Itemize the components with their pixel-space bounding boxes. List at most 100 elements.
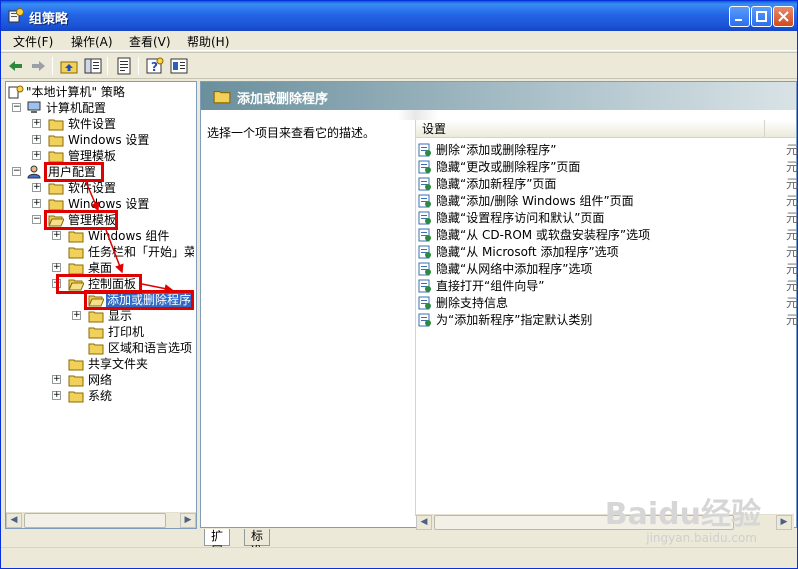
setting-row[interactable]: 隐藏“添加/删除 Windows 组件”页面 元: [416, 193, 798, 210]
setting-row[interactable]: 直接打开“组件向导” 元: [416, 278, 798, 295]
gpedit-window: 组策略 文件(F) 操作(A) 查看(V) 帮助(H) ? "本地计算机" 策略…: [0, 0, 798, 569]
column-header-state[interactable]: [764, 120, 796, 138]
maximize-button[interactable]: [751, 6, 772, 27]
properties-icon[interactable]: [169, 56, 189, 76]
setting-label: 隐藏“添加新程序”页面: [436, 177, 557, 191]
up-folder-icon[interactable]: [59, 56, 79, 76]
policy-setting-icon: [418, 143, 431, 157]
scroll-right-button[interactable]: ▶: [180, 513, 196, 528]
setting-state: 元: [786, 245, 798, 259]
policy-setting-icon: [418, 313, 431, 327]
column-header-setting[interactable]: 设置: [416, 120, 764, 138]
setting-state: 元: [786, 279, 798, 293]
annotation-arrows: [85, 181, 174, 293]
setting-row[interactable]: 隐藏“设置程序访问和默认”页面 元: [416, 210, 798, 227]
folder-icon: [68, 375, 84, 387]
back-arrow-icon[interactable]: [6, 56, 26, 76]
setting-state: 元: [786, 160, 798, 174]
toolbar: ?: [1, 52, 797, 79]
forward-arrow-icon[interactable]: [28, 56, 48, 76]
details-header: 添加或删除程序: [201, 82, 796, 110]
setting-row[interactable]: 隐藏“从网络中添加程序”选项 元: [416, 261, 798, 278]
tree-item-printers[interactable]: 打印机: [8, 324, 194, 340]
setting-state: 元: [786, 143, 798, 157]
setting-row[interactable]: 删除“添加或删除程序” 元: [416, 142, 798, 159]
setting-label: 删除“添加或删除程序”: [436, 143, 557, 157]
setting-label: 隐藏“从 Microsoft 添加程序”选项: [436, 245, 619, 259]
menu-file[interactable]: 文件(F): [11, 33, 55, 50]
scroll-left-button[interactable]: ◀: [416, 515, 432, 530]
setting-row[interactable]: 隐藏“从 CD-ROM 或软盘安装程序”选项 元: [416, 227, 798, 244]
window-title: 组策略: [29, 12, 69, 27]
menu-action[interactable]: 操作(A): [69, 33, 115, 50]
setting-row[interactable]: 隐藏“添加新程序”页面 元: [416, 176, 798, 193]
setting-label: 直接打开“组件向导”: [436, 279, 545, 293]
policy-setting-icon: [418, 296, 431, 310]
scroll-right-button[interactable]: ▶: [776, 515, 792, 530]
settings-list: 设置 删除“添加或删除程序” 元 隐藏“更改或删除程序”页面 元 隐藏“添加新程…: [415, 120, 798, 530]
setting-row[interactable]: 隐藏“更改或删除程序”页面 元: [416, 159, 798, 176]
close-button[interactable]: [773, 6, 794, 27]
setting-label: 隐藏“设置程序访问和默认”页面: [436, 211, 605, 225]
details-title: 添加或删除程序: [237, 92, 329, 107]
scroll-left-button[interactable]: ◀: [6, 513, 22, 528]
folder-icon: [68, 391, 84, 403]
menu-view[interactable]: 查看(V): [127, 33, 173, 50]
export-list-icon[interactable]: [114, 56, 134, 76]
folder-icon: [88, 343, 104, 355]
expand-toggle[interactable]: +: [52, 391, 61, 400]
tree-label: 网络: [88, 373, 113, 387]
setting-label: 隐藏“从 CD-ROM 或软盘安装程序”选项: [436, 228, 651, 242]
tab-extended[interactable]: 扩展: [204, 529, 231, 558]
scroll-thumb[interactable]: [24, 513, 166, 528]
tree-label: 系统: [88, 389, 113, 403]
setting-state: 元: [786, 296, 798, 310]
description-text: 选择一个项目来查看它的描述。: [207, 126, 376, 140]
setting-state: 元: [786, 262, 798, 276]
toolbar-separator: [138, 57, 139, 75]
setting-row[interactable]: 隐藏“从 Microsoft 添加程序”选项 元: [416, 244, 798, 261]
toolbar-separator: [107, 57, 108, 75]
status-bar: [1, 547, 797, 568]
tree-horizontal-scrollbar[interactable]: ◀ ▶: [6, 512, 196, 528]
help-icon[interactable]: ?: [145, 56, 165, 76]
tree-label: 共享文件夹: [88, 357, 149, 371]
menu-help[interactable]: 帮助(H): [185, 33, 231, 50]
header-divider: [201, 110, 796, 120]
menu-bar: 文件(F) 操作(A) 查看(V) 帮助(H): [1, 31, 797, 51]
policy-setting-icon: [418, 194, 431, 208]
show-hide-tree-icon[interactable]: [83, 56, 103, 76]
title-bar[interactable]: 组策略: [1, 1, 797, 31]
minimize-icon: [735, 19, 742, 21]
setting-label: 删除支持信息: [436, 296, 509, 310]
setting-label: 隐藏“更改或删除程序”页面: [436, 160, 581, 174]
toolbar-separator: [52, 57, 53, 75]
baidu-watermark: Baidu经验: [604, 497, 761, 532]
setting-state: 元: [786, 313, 798, 327]
tree-item-network[interactable]: + 网络: [8, 372, 194, 388]
baidu-watermark-url: jingyan.baidu.com: [646, 531, 757, 545]
maximize-icon: [756, 11, 767, 22]
policy-setting-icon: [418, 245, 431, 259]
setting-state: 元: [786, 177, 798, 191]
setting-state: 元: [786, 194, 798, 208]
tree-label: 打印机: [108, 325, 145, 339]
tree-item-regional-language[interactable]: 区域和语言选项: [8, 340, 194, 356]
group-policy-icon: [8, 8, 24, 23]
tab-standard[interactable]: 标准: [244, 529, 271, 558]
setting-state: 元: [786, 211, 798, 225]
policy-setting-icon: [418, 211, 431, 225]
policy-setting-icon: [418, 262, 431, 276]
tree-label: 区域和语言选项: [108, 341, 193, 355]
folder-icon: [88, 327, 104, 339]
details-pane: 添加或删除程序 选择一个项目来查看它的描述。 设置 删除“添加或删除程序” 元 …: [200, 81, 798, 530]
policy-setting-icon: [418, 279, 431, 293]
tree-item-system[interactable]: + 系统: [8, 388, 194, 404]
setting-row[interactable]: 为“添加新程序”指定默认类别 元: [416, 312, 798, 329]
expand-toggle[interactable]: +: [52, 375, 61, 384]
setting-row[interactable]: 删除支持信息 元: [416, 295, 798, 312]
policy-setting-icon: [418, 160, 431, 174]
setting-label: 隐藏“从网络中添加程序”选项: [436, 262, 593, 276]
tree-item-shared-folders[interactable]: 共享文件夹: [8, 356, 194, 372]
minimize-button[interactable]: [729, 6, 750, 27]
